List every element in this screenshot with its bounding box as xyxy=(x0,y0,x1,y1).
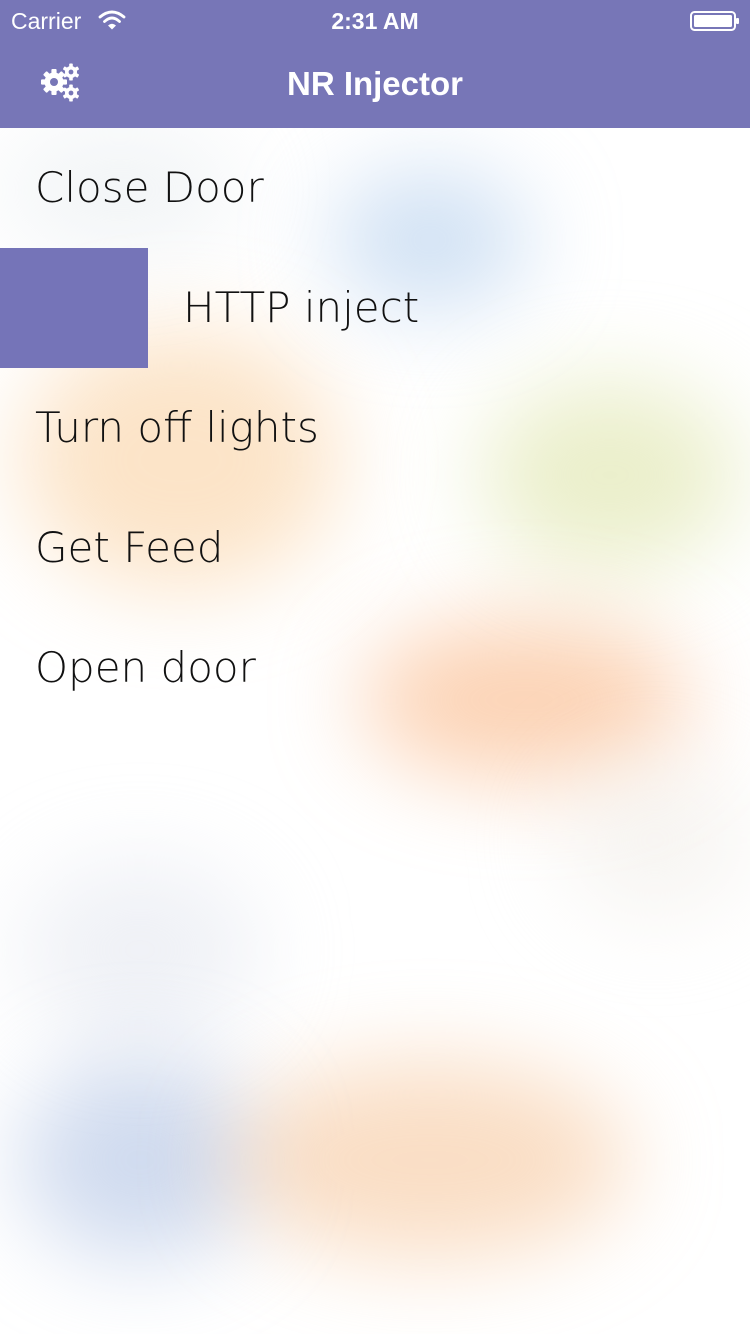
page-title: NR Injector xyxy=(286,65,464,102)
status-time: 2:31 AM xyxy=(331,8,419,34)
list-item-open-door[interactable]: Open door xyxy=(0,608,750,728)
status-bar: Carrier 2:31 AM xyxy=(0,0,750,40)
background-blob xyxy=(20,1060,260,1260)
background-blob xyxy=(560,760,750,920)
list-item-label: Close Door xyxy=(35,163,264,212)
list-item-get-feed[interactable]: Get Feed xyxy=(0,488,750,608)
list-item-http-inject[interactable]: HTTP inject xyxy=(0,248,750,368)
background-blob xyxy=(230,1060,630,1260)
list-item-label: Turn off lights xyxy=(35,403,319,452)
inject-list: Close Door HTTP inject Turn off lights G… xyxy=(0,128,750,728)
selection-indicator xyxy=(0,248,148,368)
list-item-label: HTTP inject xyxy=(183,283,420,332)
list-item-close-door[interactable]: Close Door xyxy=(0,128,750,248)
list-item-label: Get Feed xyxy=(35,523,224,572)
battery-icon xyxy=(690,11,739,31)
list-item-label: Open door xyxy=(35,643,256,692)
background-blob xyxy=(20,860,260,1040)
list-item-turn-off-lights[interactable]: Turn off lights xyxy=(0,368,750,488)
app-screen: NR Injector Carrier 2:31 AM Close Door H… xyxy=(0,0,750,1334)
